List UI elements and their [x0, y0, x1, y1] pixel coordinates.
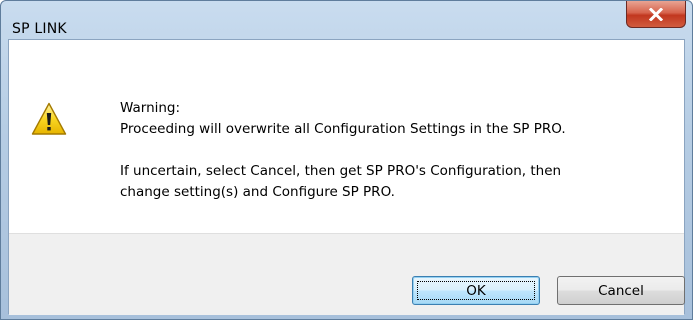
close-button[interactable]	[626, 1, 686, 28]
warning-line-3: change setting(s) and Configure SP PRO.	[120, 184, 395, 200]
warning-message: Warning: Proceeding will overwrite all C…	[120, 98, 680, 203]
cancel-button[interactable]: Cancel	[557, 276, 685, 305]
window-title: SP LINK	[12, 21, 67, 37]
dialog-window: SP LINK Warning: Proceeding will overwri…	[0, 0, 693, 320]
warning-line-2: If uncertain, select Cancel, then get SP…	[120, 163, 562, 179]
warning-heading: Warning:	[120, 100, 181, 116]
warning-icon	[31, 102, 67, 135]
ok-button[interactable]: OK	[412, 276, 540, 305]
dialog-client-area: Warning: Proceeding will overwrite all C…	[8, 39, 685, 315]
ok-button-label: OK	[466, 282, 486, 299]
button-bar: OK Cancel	[9, 233, 685, 315]
close-icon	[649, 7, 663, 21]
title-bar[interactable]: SP LINK	[1, 1, 692, 39]
message-area: Warning: Proceeding will overwrite all C…	[9, 40, 684, 233]
cancel-button-label: Cancel	[598, 282, 644, 299]
warning-line-1: Proceeding will overwrite all Configurat…	[120, 121, 566, 137]
